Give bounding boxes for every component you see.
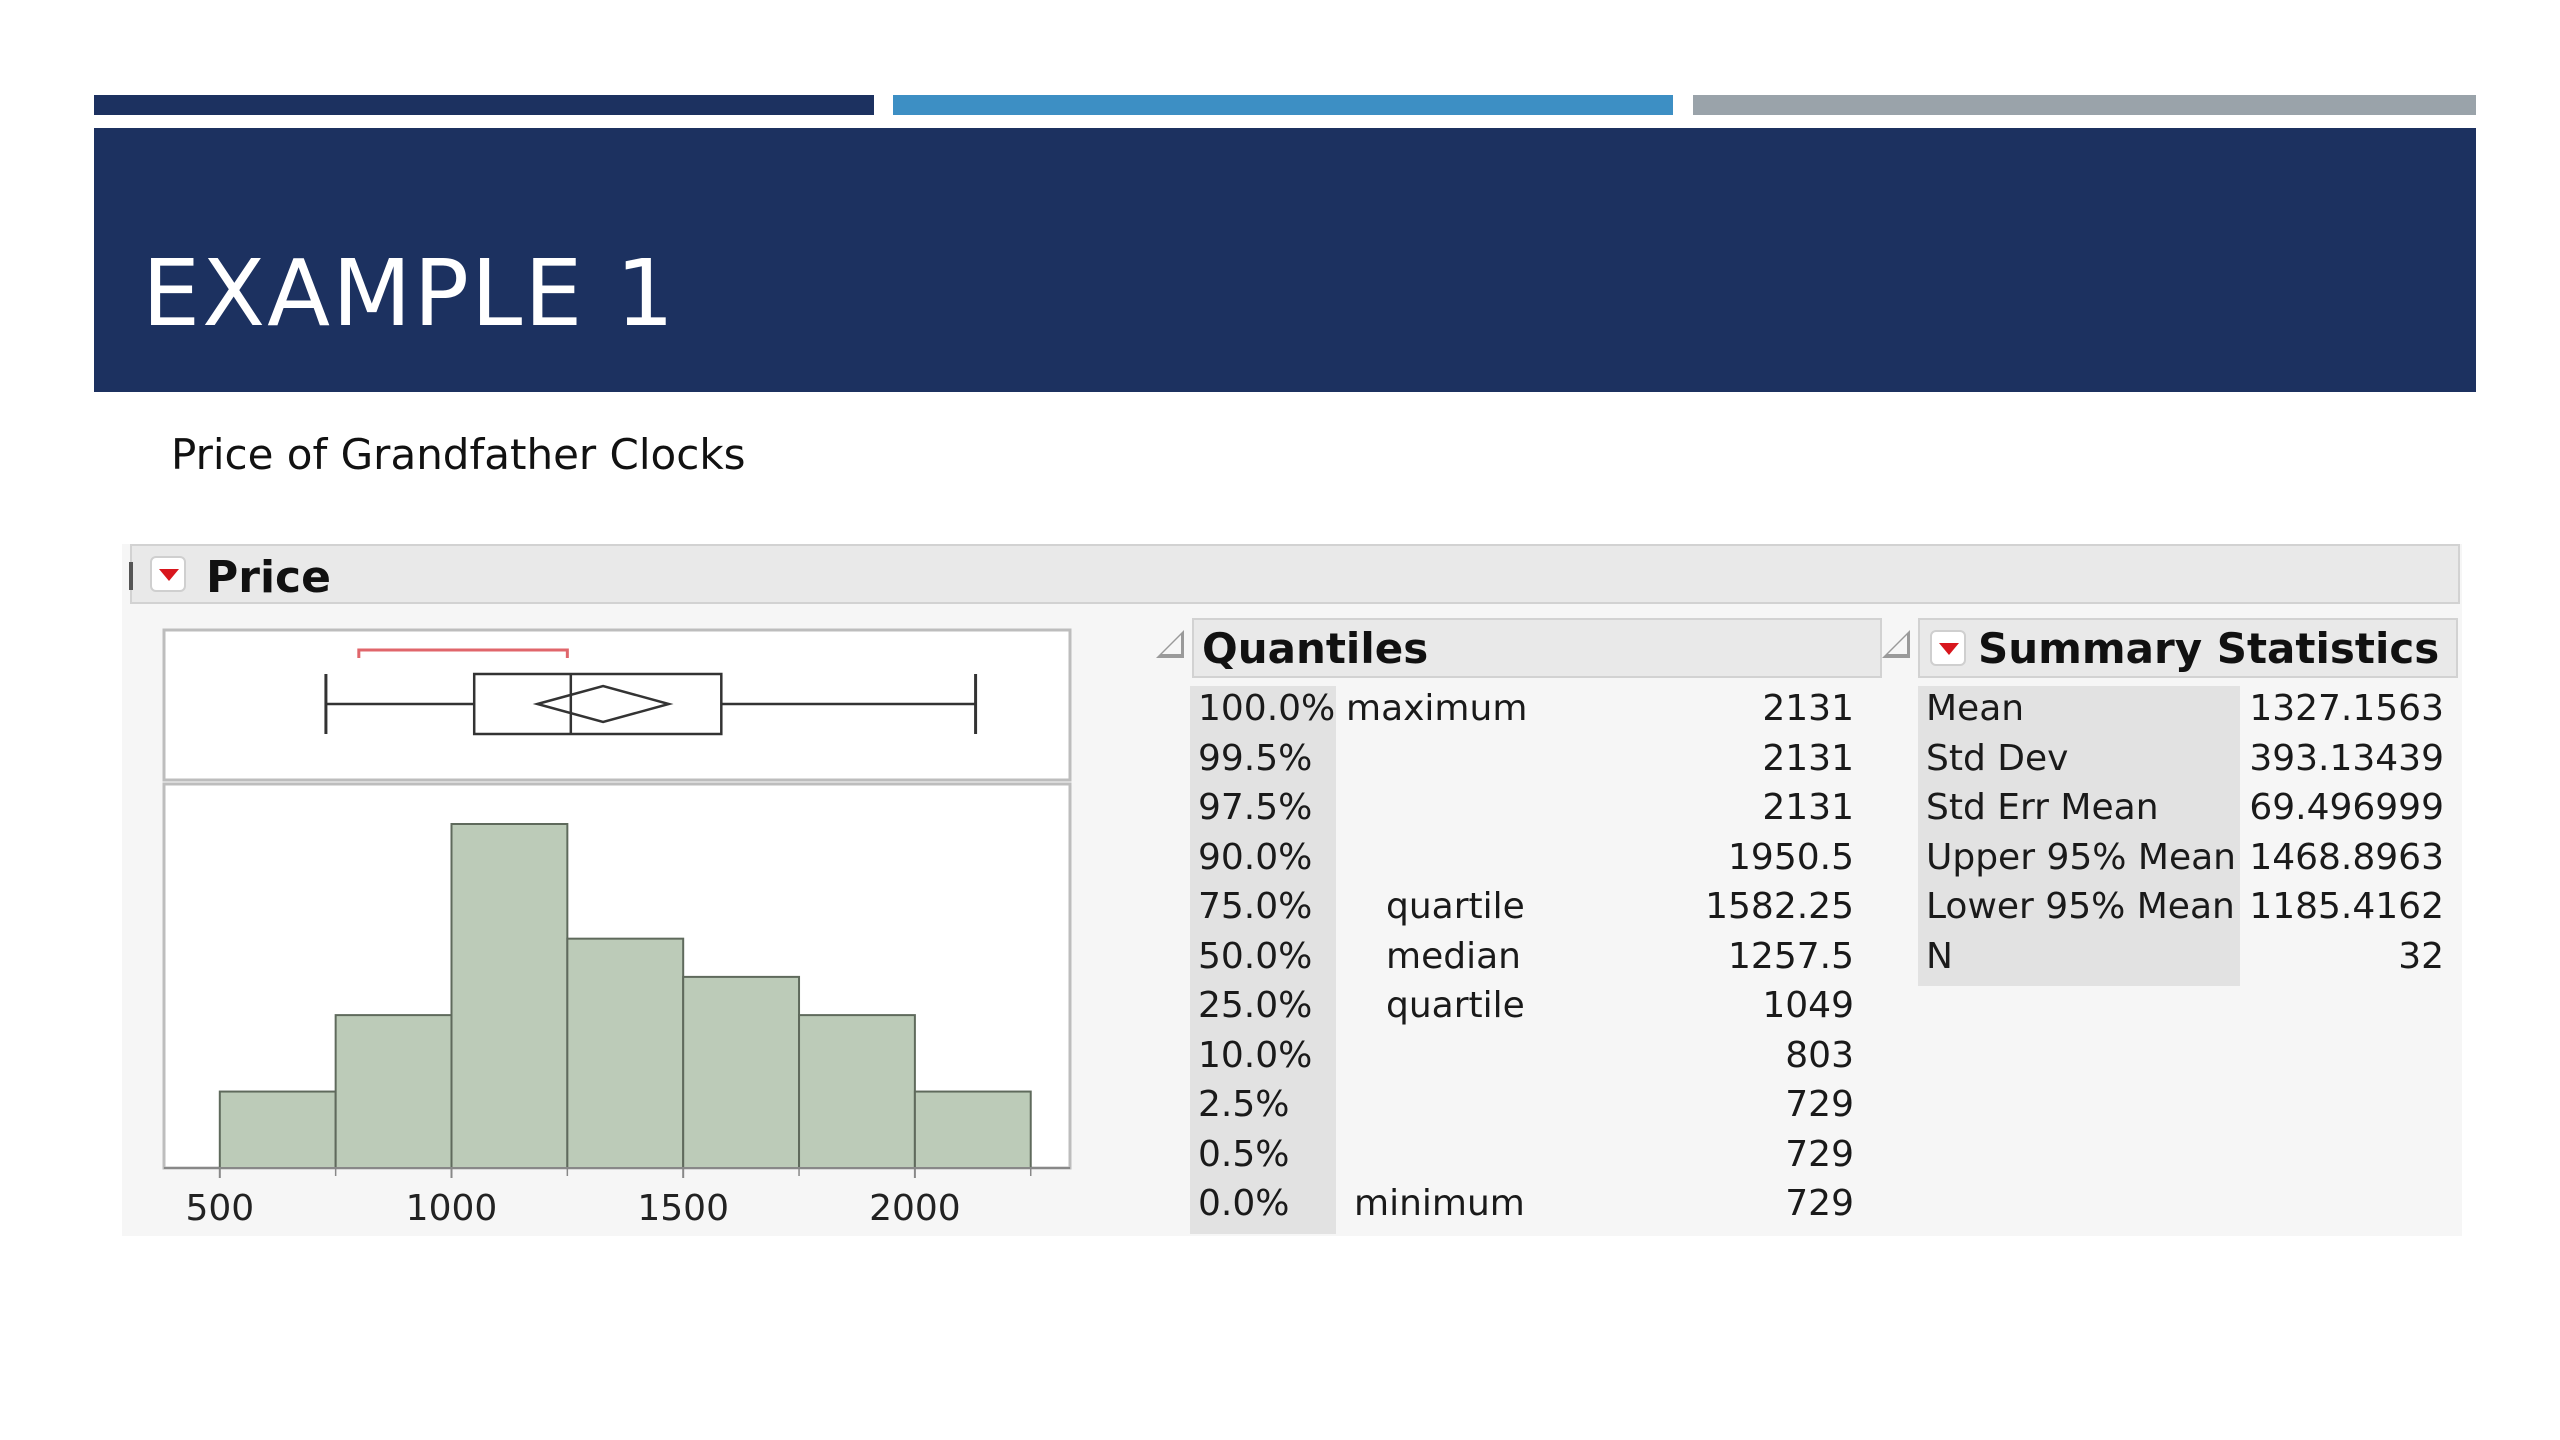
histogram-bar: [450, 823, 569, 1169]
quantile-value: 729: [1785, 1133, 1854, 1175]
box-iqr: [472, 672, 723, 736]
quantile-label: minimum: [1354, 1183, 1525, 1224]
summary-stat-name: N: [1926, 935, 1953, 977]
quantile-row: 75.0% quartile 1582.25: [1190, 882, 1870, 932]
slide-subtitle: Price of Grandfather Clocks: [171, 430, 746, 479]
slide-title: EXAMPLE 1: [142, 240, 677, 347]
quantile-value: 2131: [1762, 787, 1854, 828]
quantile-row: 100.0% maximum 2131: [1190, 684, 1870, 734]
histogram-bar: [566, 937, 685, 1169]
summary-row: Mean 1327.1563: [1918, 684, 2458, 734]
summary-table: Mean 1327.1563 Std Dev 393.13439 Std Err Mea…: [1918, 684, 2458, 994]
outline-handle-icon[interactable]: [129, 562, 133, 590]
histogram-bar: [682, 975, 801, 1169]
quantile-value: 1582.25: [1705, 886, 1854, 927]
quantile-pct: 25.0%: [1198, 985, 1313, 1026]
summary-row: Lower 95% Mean 1185.4162: [1918, 882, 2458, 932]
quantile-pct: 10.0%: [1198, 1034, 1313, 1076]
summary-row: Upper 95% Mean 1468.8963: [1918, 833, 2458, 883]
summary-stat-name: Std Err Mean: [1926, 787, 2159, 828]
quantile-row: 0.0% minimum 729: [1190, 1179, 1870, 1229]
summary-row: Std Err Mean 69.496999: [1918, 783, 2458, 833]
red-triangle-icon[interactable]: [150, 556, 186, 592]
summary-stat-name: Lower 95% Mean: [1926, 886, 2235, 927]
collapse-quantiles-icon[interactable]: [1156, 630, 1184, 658]
quantile-pct: 90.0%: [1198, 836, 1313, 878]
quantiles-title: Quantiles: [1202, 624, 1429, 673]
quantile-label: quartile: [1386, 985, 1525, 1026]
quantile-row: 25.0% quartile 1049: [1190, 981, 1870, 1031]
quantile-value: 2131: [1762, 737, 1854, 779]
summary-stat-name: Mean: [1926, 688, 2025, 729]
quantile-pct: 0.5%: [1198, 1133, 1290, 1175]
quantile-pct: 75.0%: [1198, 886, 1313, 927]
title-banner: EXAMPLE 1: [94, 128, 2476, 392]
summary-row: Std Dev 393.13439: [1918, 734, 2458, 784]
summary-stat-value: 1185.4162: [2249, 886, 2444, 927]
quantile-value: 729: [1785, 1183, 1854, 1224]
quantile-row: 97.5% 2131: [1190, 783, 1870, 833]
x-tick-label: 500: [185, 1188, 254, 1228]
summary-section: Summary Statistics Mean 1327.1563 Std Dev 3…: [1862, 618, 2462, 998]
x-tick-label: 1500: [637, 1188, 729, 1228]
histogram-bar: [913, 1090, 1032, 1169]
quantile-value: 803: [1785, 1034, 1854, 1076]
quantile-pct: 99.5%: [1198, 737, 1313, 779]
distribution-chart: 500 1000 1500 2000: [162, 628, 1072, 1228]
accent-bar-gray: [1693, 95, 2476, 115]
quantile-row: 10.0% 803: [1190, 1031, 1870, 1081]
histogram-bar: [334, 1014, 453, 1169]
quantile-pct: 50.0%: [1198, 935, 1313, 977]
quantile-value: 1049: [1762, 985, 1854, 1026]
summary-red-triangle-icon[interactable]: [1930, 630, 1966, 666]
summary-stat-value: 32: [2398, 935, 2444, 977]
summary-row: N 32: [1918, 932, 2458, 982]
report-header[interactable]: Price: [129, 544, 2460, 604]
x-tick-label: 2000: [869, 1188, 961, 1228]
quantile-row: 50.0% median 1257.5: [1190, 932, 1870, 982]
quantile-row: 0.5% 729: [1190, 1130, 1870, 1180]
quantiles-header[interactable]: Quantiles: [1192, 618, 1882, 678]
quantile-row: 2.5% 729: [1190, 1080, 1870, 1130]
quantile-row: 99.5% 2131: [1190, 734, 1870, 784]
quantile-value: 1257.5: [1728, 935, 1854, 977]
summary-header[interactable]: Summary Statistics: [1918, 618, 2458, 678]
quantile-pct: 0.0%: [1198, 1183, 1290, 1224]
quantile-pct: 100.0%: [1198, 688, 1336, 729]
summary-title: Summary Statistics: [1978, 624, 2440, 673]
quantile-value: 2131: [1762, 688, 1854, 729]
histogram-bar: [218, 1090, 337, 1169]
accent-bar-blue: [893, 95, 1673, 115]
summary-stat-value: 69.496999: [2249, 787, 2444, 828]
distribution-report: Price 500 1000 1500 2000 Quantiles 100.0% ma…: [122, 544, 2462, 1236]
histogram-bar: [798, 1014, 916, 1169]
summary-stat-name: Upper 95% Mean: [1926, 836, 2236, 878]
summary-stat-value: 1468.8963: [2249, 836, 2444, 878]
quantile-value: 1950.5: [1728, 836, 1854, 878]
summary-stat-name: Std Dev: [1926, 737, 2069, 779]
collapse-summary-icon[interactable]: [1882, 630, 1910, 658]
quantile-pct: 97.5%: [1198, 787, 1313, 828]
report-title: Price: [206, 552, 331, 603]
summary-stat-value: 393.13439: [2249, 737, 2444, 779]
quantile-row: 90.0% 1950.5: [1190, 833, 1870, 883]
quantile-label: quartile: [1386, 886, 1525, 927]
quantiles-table: 100.0% maximum 2131 99.5% 2131 97.5% 2131 90.0%…: [1190, 684, 1880, 1244]
quantile-value: 729: [1785, 1084, 1854, 1125]
quantile-label: median: [1386, 935, 1521, 977]
summary-stat-value: 1327.1563: [2249, 688, 2444, 729]
accent-bar-dark: [94, 95, 874, 115]
x-tick-label: 1000: [406, 1188, 498, 1228]
quantile-pct: 2.5%: [1198, 1084, 1290, 1125]
quantile-label: maximum: [1346, 688, 1528, 729]
